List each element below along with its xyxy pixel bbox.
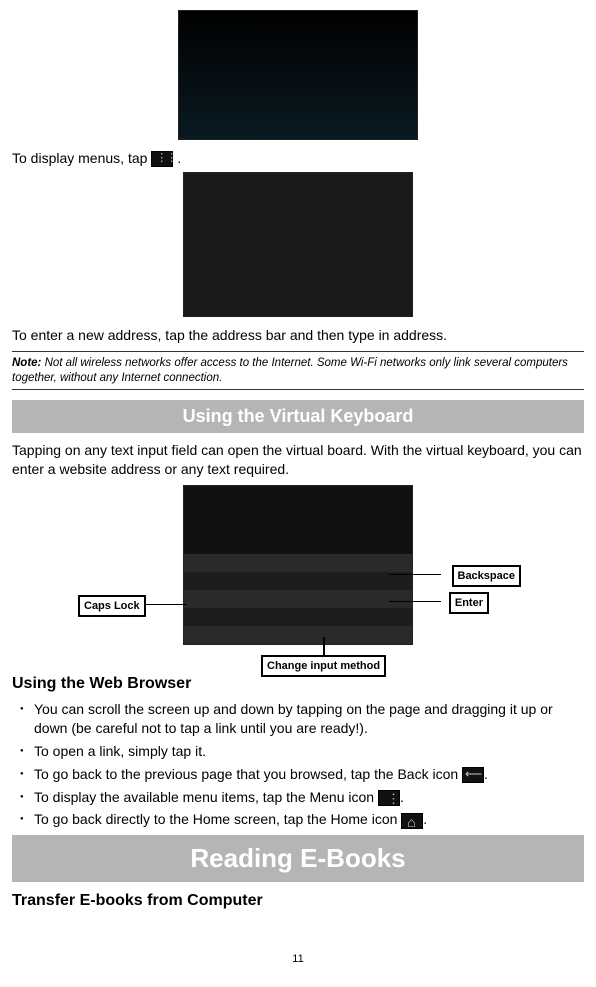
heading-virtual-keyboard: Using the Virtual Keyboard [12,400,584,432]
li-home-text: To go back directly to the Home screen, … [34,811,397,827]
li-menu-text: To display the available menu items, tap… [34,789,374,805]
display-menus-period: . [177,150,181,166]
list-item: To open a link, simply tap it. [12,742,584,761]
label-caps-lock: Caps Lock [78,595,146,618]
display-menus-text: To display menus, tap [12,150,147,166]
note-block: Note: Not all wireless networks offer ac… [12,351,584,391]
menu-grid-icon [151,151,173,167]
note-body: Not all wireless networks offer access t… [12,357,568,384]
pointer-change-input [323,637,325,655]
browser-menu-screenshot-container [12,172,584,322]
li-menu-period: . [400,789,404,805]
browser-menu-screenshot [183,172,413,317]
tablet-home-screenshot [178,10,418,140]
pointer-caps-lock [145,604,187,606]
keyboard-screenshot [183,485,413,645]
list-item: To go back to the previous page that you… [12,765,584,784]
label-change-input: Change input method [261,655,386,678]
list-item: To go back directly to the Home screen, … [12,810,584,829]
keyboard-figure: Caps Lock Backspace Enter Change input m… [12,485,584,650]
label-backspace: Backspace [452,565,522,588]
heading-transfer-ebooks: Transfer E-books from Computer [12,890,584,912]
pointer-backspace [389,574,441,576]
home-icon [401,813,423,829]
list-item: To display the available menu items, tap… [12,788,584,807]
tapping-paragraph: Tapping on any text input field can open… [12,441,584,479]
tablet-home-screenshot-container [12,10,584,145]
list-item: You can scroll the screen up and down by… [12,700,584,738]
li-back-period: . [484,766,488,782]
enter-address-paragraph: To enter a new address, tap the address … [12,326,584,345]
label-enter: Enter [449,592,489,615]
li-home-period: . [423,811,427,827]
note-label: Note: [12,357,41,369]
heading-reading-ebooks: Reading E-Books [12,835,584,882]
pointer-enter [389,601,441,603]
display-menus-paragraph: To display menus, tap . [12,149,584,168]
page-number: 11 [12,952,584,967]
browser-actions-list: You can scroll the screen up and down by… [12,700,584,829]
back-icon [462,767,484,783]
li-back-text: To go back to the previous page that you… [34,766,458,782]
menu-dots-icon [378,790,400,806]
